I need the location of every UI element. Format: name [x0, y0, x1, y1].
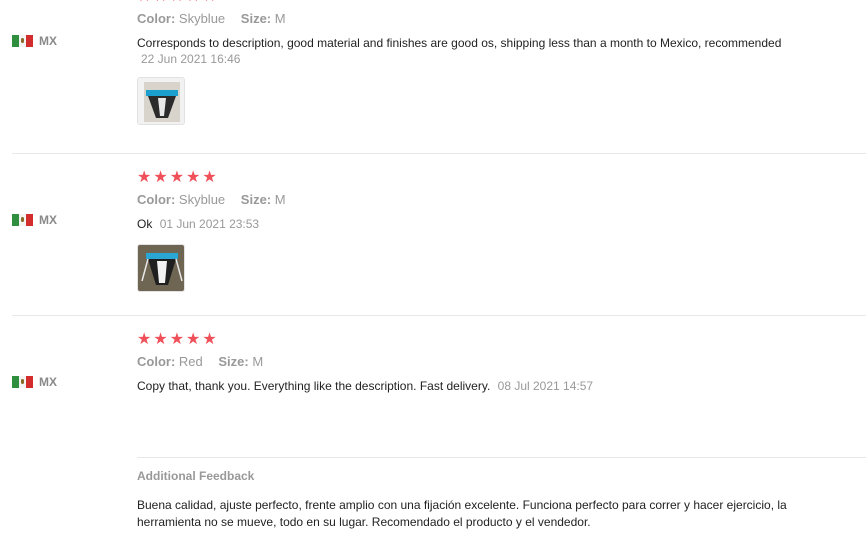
review-body: Corresponds to description, good materia…	[137, 36, 782, 50]
product-photo-icon	[138, 78, 184, 124]
review-photo-thumbnail[interactable]	[137, 244, 185, 292]
review-attributes: Color: Red Size: M	[137, 354, 866, 370]
product-photo-icon	[138, 245, 184, 291]
review-date: 01 Jun 2021 23:53	[159, 217, 260, 231]
mexico-flag-icon	[12, 376, 33, 388]
color-value: Skyblue	[178, 11, 226, 26]
color-label: Color:	[137, 192, 176, 207]
additional-feedback-text: Buena calidad, ajuste perfecto, frente a…	[137, 498, 787, 529]
review-divider	[12, 153, 866, 154]
color-value: Red	[178, 354, 203, 369]
star-rating: ★★★★★	[137, 331, 219, 348]
star-rating: ★★★★★	[137, 169, 219, 186]
country-code: MX	[39, 34, 57, 48]
reviewer-country: MX	[12, 34, 57, 48]
review-body: Ok	[137, 217, 153, 231]
reviewer-country: MX	[12, 213, 57, 227]
size-label: Size:	[218, 354, 249, 369]
review-photo-thumbnail[interactable]	[137, 77, 185, 125]
size-label: Size:	[240, 192, 272, 207]
review-body: Copy that, thank you. Everything like th…	[137, 379, 491, 393]
review-divider	[12, 315, 866, 316]
review-date: 08 Jul 2021 14:57	[497, 379, 594, 393]
reviewer-country: MX	[12, 375, 57, 389]
mexico-flag-icon	[12, 214, 33, 226]
mexico-flag-icon	[12, 35, 33, 47]
feedback-divider	[137, 457, 866, 458]
country-code: MX	[39, 375, 57, 389]
color-value: Skyblue	[178, 192, 226, 207]
review-text: Copy that, thank you. Everything like th…	[137, 378, 866, 394]
review-date: 22 Jun 2021 16:46	[141, 52, 241, 66]
size-value: M	[274, 11, 286, 26]
size-value: M	[274, 192, 286, 207]
additional-feedback-title: Additional Feedback	[137, 469, 255, 483]
size-label: Size:	[240, 11, 272, 26]
review-attributes: Color: Skyblue Size: M	[137, 11, 866, 27]
color-label: Color:	[137, 11, 176, 26]
review-attributes: Color: Skyblue Size: M	[137, 192, 866, 208]
size-value: M	[252, 354, 264, 369]
review-text: Corresponds to description, good materia…	[137, 35, 857, 67]
review-text: Ok 01 Jun 2021 23:53	[137, 216, 866, 232]
star-rating: ★★★★★	[137, 0, 866, 5]
color-label: Color:	[137, 354, 176, 369]
country-code: MX	[39, 213, 57, 227]
